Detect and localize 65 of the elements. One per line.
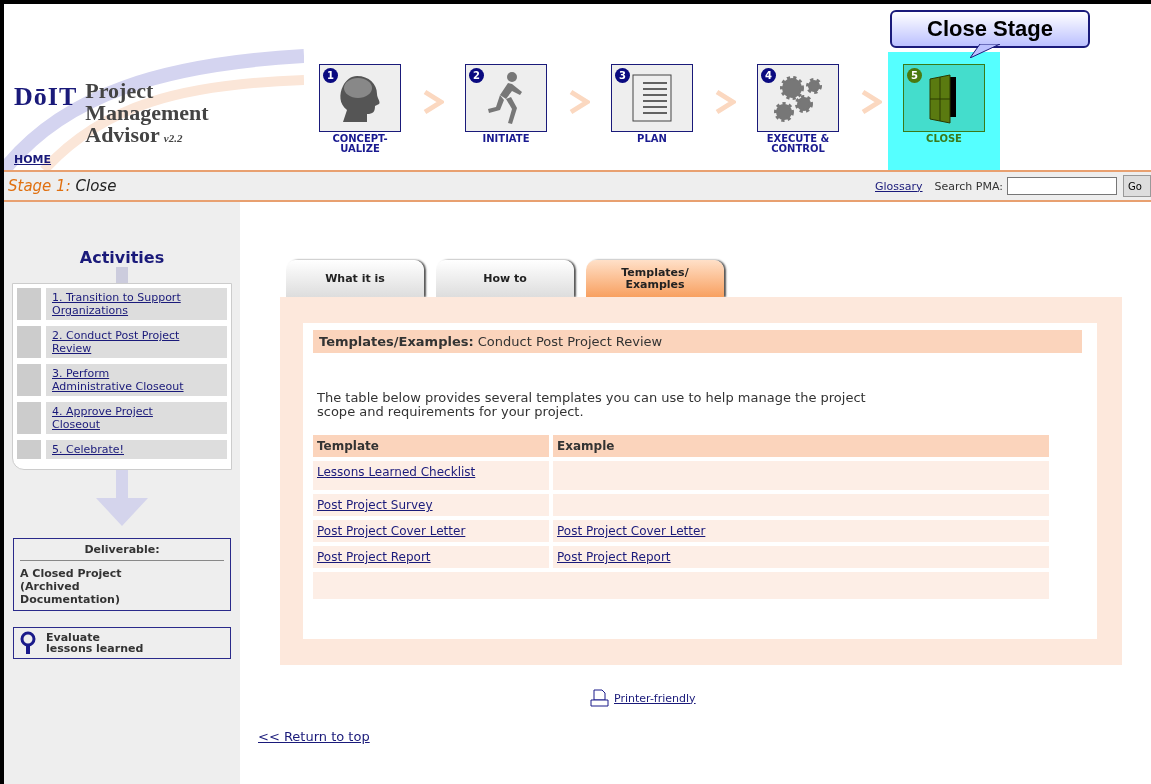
activity-link[interactable]: 5. Celebrate! <box>46 440 227 459</box>
activity-marker <box>17 440 41 459</box>
magnifier-icon <box>20 631 36 655</box>
return-to-top-link[interactable]: << Return to top <box>258 729 370 744</box>
template-link[interactable]: Post Project Cover Letter <box>317 524 466 538</box>
home-link[interactable]: HOME <box>14 153 52 166</box>
column-header: Example <box>553 435 1049 457</box>
template-link[interactable]: Lessons Learned Checklist <box>317 465 476 479</box>
app-title-line: Advisor v2.2 <box>85 124 183 149</box>
search-field[interactable] <box>1007 177 1117 195</box>
column-header: Template <box>313 435 549 457</box>
connector-bar <box>116 267 128 283</box>
stage-label: EXECUTE & CONTROL <box>766 134 830 154</box>
checklist-icon <box>631 73 673 123</box>
version-label: v2.2 <box>163 132 183 144</box>
stage-label: CONCEPT- UALIZE <box>332 134 388 154</box>
deliverable-title: Deliverable: <box>20 543 224 561</box>
stage-label: INITIATE <box>482 134 530 144</box>
stage-number: 2 <box>469 68 484 83</box>
search-label: Search PMA: <box>934 179 1003 193</box>
app-title-line: Management <box>85 102 209 124</box>
tab[interactable]: What it is <box>286 260 424 297</box>
chevron-icon <box>422 89 444 115</box>
tab[interactable]: Templates/ Examples <box>586 260 724 297</box>
chevron-icon <box>568 89 590 115</box>
activity-link[interactable]: 1. Transition to Support Organizations <box>46 288 227 320</box>
activity-link[interactable]: 2. Conduct Post Project Review <box>46 326 227 358</box>
activities-title: Activities <box>79 248 165 267</box>
template-link[interactable]: Post Project Report <box>317 550 431 564</box>
activity-link[interactable]: 4. Approve Project Closeout <box>46 402 227 434</box>
stage-number: 3 <box>615 68 630 83</box>
app-title-line: Project <box>85 80 155 102</box>
section-heading: Templates/Examples: Conduct Post Project Review <box>313 330 1082 353</box>
activity-marker <box>17 288 41 320</box>
intro-text: The table below provides several templates you can use to help manage the project scope and requirements for your project. <box>317 391 867 419</box>
tab[interactable]: How to <box>436 260 574 297</box>
stage-label: PLAN <box>637 134 667 144</box>
activity-marker <box>17 402 41 434</box>
stage-number: 5 <box>907 68 922 83</box>
stage-number: 4 <box>761 68 776 83</box>
stage-number: 1 <box>323 68 338 83</box>
stage-item[interactable]: 1 CONCEPT- UALIZE <box>304 52 416 170</box>
template-link[interactable]: Post Project Cover Letter <box>557 524 706 538</box>
template-link[interactable]: Post Project Report <box>557 550 671 564</box>
chevron-icon <box>714 89 736 115</box>
logo-mark: DōIT <box>14 82 78 112</box>
stage-item[interactable]: 4 EXECUTE & CONTROL <box>742 52 854 170</box>
stage-item[interactable]: 5 CLOSE <box>888 52 1000 170</box>
stage-title: Stage 1: Close <box>8 177 117 195</box>
activity-link[interactable]: 3. Perform Administrative Closeout <box>46 364 227 396</box>
printer-icon <box>590 689 610 707</box>
stage-item[interactable]: 3 PLAN <box>596 52 708 170</box>
stage-item[interactable]: 2 INITIATE <box>450 52 562 170</box>
go-button[interactable]: Go <box>1123 175 1151 197</box>
template-link[interactable]: Post Project Survey <box>317 498 433 512</box>
glossary-link[interactable]: Glossary <box>875 179 923 193</box>
activity-marker <box>17 326 41 358</box>
stage-callout: Close Stage <box>890 10 1090 48</box>
stage-label: CLOSE <box>926 134 962 144</box>
evaluate-text: Evaluate lessons learned <box>46 632 145 654</box>
chevron-icon <box>860 89 882 115</box>
printer-friendly-link[interactable]: Printer-friendly <box>614 691 696 705</box>
deliverable-text: A Closed Project (Archived Documentation) <box>20 567 123 606</box>
activity-marker <box>17 364 41 396</box>
evaluate-box[interactable]: Evaluate lessons learned <box>13 627 231 659</box>
